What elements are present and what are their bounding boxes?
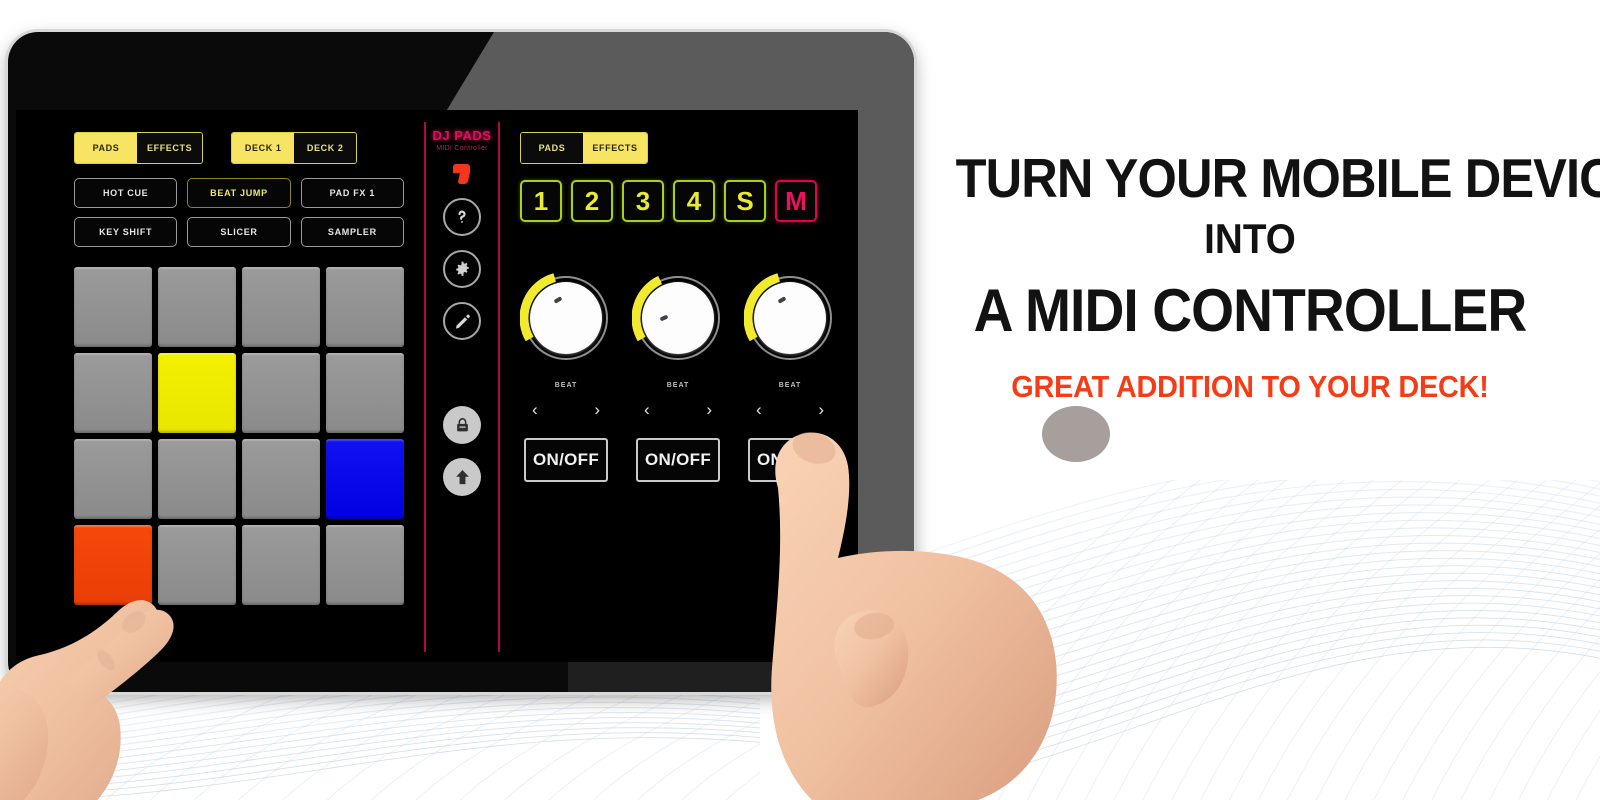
- brand-subtitle: MIDI Controller: [436, 145, 488, 152]
- performance-pad-9[interactable]: [74, 439, 152, 519]
- knob-cap: [530, 282, 602, 354]
- beat-next-button[interactable]: ›: [818, 401, 824, 418]
- performance-pad-5[interactable]: [74, 353, 152, 433]
- fx-slot-button-4[interactable]: 4: [673, 180, 715, 222]
- fx-onoff-row: ON/OFF ON/OFF ON/OFF: [520, 438, 858, 482]
- promo-banner: PADS EFFECTS DECK 1 DECK 2 HOT CUE BEAT …: [0, 0, 1600, 800]
- fx-slot-row: 1234SM: [520, 180, 858, 222]
- beat-next-button[interactable]: ›: [706, 401, 712, 418]
- tablet-screen: PADS EFFECTS DECK 1 DECK 2 HOT CUE BEAT …: [16, 110, 858, 662]
- beat-next-button[interactable]: ›: [594, 401, 600, 418]
- mode-button-sampler[interactable]: SAMPLER: [300, 217, 404, 247]
- fx-onoff-button-2[interactable]: ON/OFF: [636, 438, 720, 482]
- mode-button-slicer[interactable]: SLICER: [187, 217, 291, 247]
- fx-slot-button-1[interactable]: 1: [520, 180, 562, 222]
- brand-title: DJ PADS: [432, 128, 492, 143]
- tab-pads-right[interactable]: PADS: [521, 133, 583, 163]
- tab-effects-right[interactable]: EFFECTS: [583, 133, 647, 163]
- fx-beat-control-2: BEAT ‹ ›: [636, 382, 720, 418]
- fx-slot-button-3[interactable]: 3: [622, 180, 664, 222]
- view-segment-right[interactable]: PADS EFFECTS: [520, 132, 648, 164]
- performance-pad-3[interactable]: [242, 267, 320, 347]
- beat-label: BEAT: [666, 382, 690, 389]
- performance-pad-15[interactable]: [242, 525, 320, 605]
- fx-knob-row: [520, 273, 858, 360]
- fx-beat-control-row: BEAT ‹ › BEAT ‹ › BEAT ‹ ›: [520, 382, 858, 418]
- fx-onoff-button-1[interactable]: ON/OFF: [524, 438, 608, 482]
- decorative-mesh-right: [840, 480, 1600, 800]
- bezel-highlight-side: [858, 32, 914, 672]
- headline-line-3: A MIDI CONTROLLER: [973, 276, 1528, 344]
- tab-deck-1[interactable]: DECK 1: [232, 133, 295, 163]
- performance-pad-2[interactable]: [158, 267, 236, 347]
- pad-mode-grid: HOT CUE BEAT JUMP PAD FX 1 KEY SHIFT SLI…: [74, 178, 404, 247]
- beat-stepper: ‹ ›: [748, 401, 832, 418]
- left-pads-panel: PADS EFFECTS DECK 1 DECK 2 HOT CUE BEAT …: [16, 110, 416, 662]
- fx-slot-button-m[interactable]: M: [775, 180, 817, 222]
- headline-line-2: INTO: [1204, 214, 1296, 262]
- performance-pad-6[interactable]: [158, 353, 236, 433]
- mode-button-pad-fx-1[interactable]: PAD FX 1: [300, 178, 404, 208]
- fx-knob-3[interactable]: [744, 273, 832, 360]
- performance-pad-1[interactable]: [74, 267, 152, 347]
- beat-prev-button[interactable]: ‹: [756, 401, 762, 418]
- edit-icon[interactable]: [443, 302, 481, 340]
- performance-pad-7[interactable]: [242, 353, 320, 433]
- fx-knob-1[interactable]: [520, 273, 608, 360]
- fx-slot-button-2[interactable]: 2: [571, 180, 613, 222]
- upload-icon[interactable]: [443, 458, 481, 496]
- app-brand: DJ PADS MIDI Controller: [416, 110, 508, 152]
- performance-pad-grid: [74, 267, 404, 605]
- view-segment-left[interactable]: PADS EFFECTS: [74, 132, 204, 164]
- tab-effects-left[interactable]: EFFECTS: [137, 133, 203, 163]
- performance-pad-12[interactable]: [326, 439, 404, 519]
- mode-button-key-shift[interactable]: KEY SHIFT: [74, 217, 178, 247]
- mode-button-hot-cue[interactable]: HOT CUE: [74, 178, 178, 208]
- fx-beat-control-1: BEAT ‹ ›: [524, 382, 608, 418]
- fx-onoff-button-3[interactable]: ON/OFF: [748, 438, 832, 482]
- tab-deck-2[interactable]: DECK 2: [294, 133, 357, 163]
- performance-pad-8[interactable]: [326, 353, 404, 433]
- beat-label: BEAT: [778, 382, 802, 389]
- app-logo-icon: [449, 162, 475, 188]
- tab-pads-left[interactable]: PADS: [75, 133, 137, 163]
- bezel-highlight: [442, 32, 914, 118]
- performance-pad-14[interactable]: [158, 525, 236, 605]
- beat-stepper: ‹ ›: [636, 401, 720, 418]
- help-icon[interactable]: [443, 198, 481, 236]
- fx-slot-button-s[interactable]: S: [724, 180, 766, 222]
- deck-segment[interactable]: DECK 1 DECK 2: [231, 132, 358, 164]
- performance-pad-10[interactable]: [158, 439, 236, 519]
- performance-pad-11[interactable]: [242, 439, 320, 519]
- mode-button-beat-jump[interactable]: BEAT JUMP: [187, 178, 291, 208]
- rail-icon-stack: [416, 198, 508, 496]
- performance-pad-16[interactable]: [326, 525, 404, 605]
- headline-line-1: TURN YOUR MOBILE DEVICE: [955, 147, 1600, 209]
- marketing-copy: TURN YOUR MOBILE DEVICE INTO A MIDI CONT…: [930, 147, 1600, 404]
- beat-label: BEAT: [554, 382, 578, 389]
- right-effects-panel: PADS EFFECTS 1234SM BEAT ‹ › BEAT ‹ › BEAT ‹ › O…: [508, 110, 858, 662]
- rail-divider-left: [424, 122, 426, 652]
- rail-divider-right: [498, 122, 500, 652]
- knob-cap: [754, 282, 826, 354]
- tablet-device: PADS EFFECTS DECK 1 DECK 2 HOT CUE BEAT …: [8, 32, 914, 692]
- left-panel-toolbar: PADS EFFECTS DECK 1 DECK 2: [74, 132, 404, 164]
- fx-beat-control-3: BEAT ‹ ›: [748, 382, 832, 418]
- beat-stepper: ‹ ›: [524, 401, 608, 418]
- performance-pad-4[interactable]: [326, 267, 404, 347]
- center-rail: DJ PADS MIDI Controller: [416, 110, 508, 662]
- tagline: GREAT ADDITION TO YOUR DECK!: [1011, 368, 1489, 404]
- fx-knob-2[interactable]: [632, 275, 720, 360]
- performance-pad-13[interactable]: [74, 525, 152, 605]
- beat-prev-button[interactable]: ‹: [644, 401, 650, 418]
- settings-icon[interactable]: [443, 250, 481, 288]
- knob-cap: [642, 282, 714, 354]
- beat-prev-button[interactable]: ‹: [532, 401, 538, 418]
- lock-icon[interactable]: [443, 406, 481, 444]
